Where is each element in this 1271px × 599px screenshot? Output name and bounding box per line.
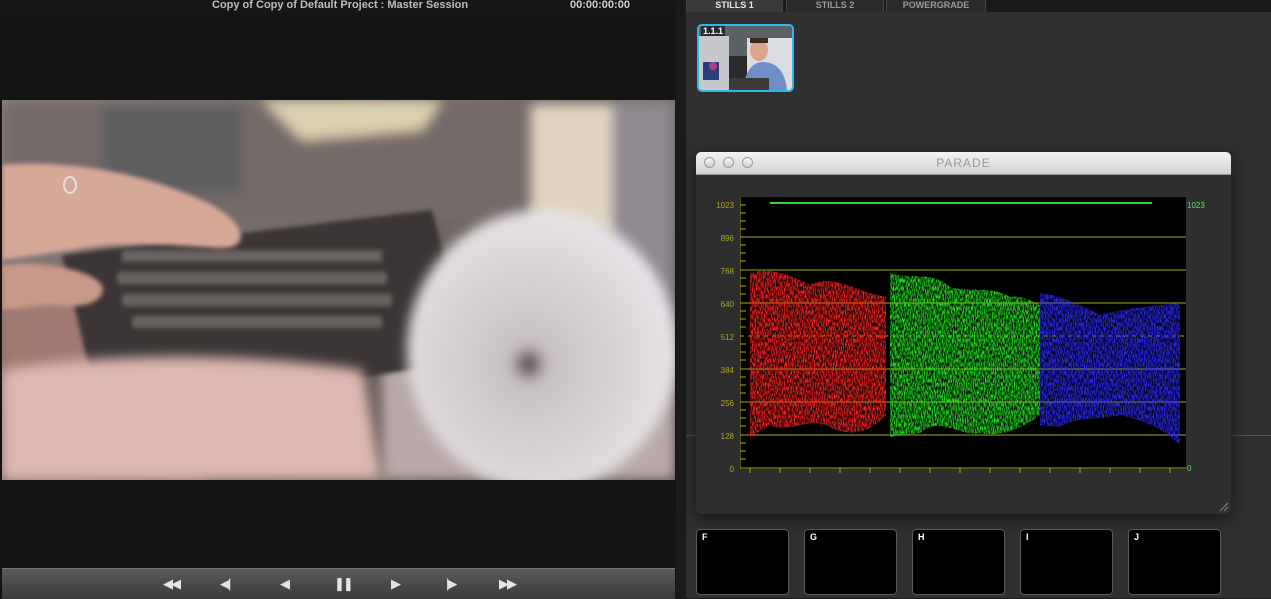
scale-right-0: 0 — [1187, 464, 1192, 473]
memory-slot-label: H — [918, 532, 925, 542]
memory-slot-label: J — [1134, 532, 1140, 542]
panel-divider[interactable] — [676, 0, 686, 598]
step-forward-icon[interactable]: |▶ — [446, 577, 457, 591]
tab-powergrade[interactable]: POWERGRADE — [886, 0, 986, 12]
play-reverse-icon[interactable]: ◀ — [280, 577, 290, 591]
scale-label-256: 256 — [720, 399, 734, 408]
scale-label-640: 640 — [720, 300, 734, 309]
still-label: 1.1.1 — [701, 26, 726, 36]
scale-label-512: 512 — [720, 333, 734, 342]
parade-waveform — [740, 197, 1186, 473]
scale-right-1023: 1023 — [1187, 201, 1205, 210]
play-icon[interactable]: ▶ — [391, 577, 401, 591]
memory-slot-f[interactable]: F — [696, 529, 789, 595]
tab-stills-2[interactable]: STILLS 2 — [786, 0, 884, 12]
memory-slot-label: G — [810, 532, 818, 542]
parade-scope-window: PARADE 1023 896 768 640 512 384 256 128 … — [696, 152, 1231, 514]
parade-title-bar[interactable]: PARADE — [696, 152, 1231, 175]
parade-scope: 1023 896 768 640 512 384 256 128 0 1023 … — [696, 175, 1231, 514]
gallery-still-thumbnail[interactable]: 1.1.1 — [697, 24, 794, 92]
video-frame[interactable] — [2, 100, 675, 480]
timecode-display: 00:00:00:00 — [570, 0, 630, 11]
session-title: Copy of Copy of Default Project : Master… — [212, 0, 469, 11]
scale-label-768: 768 — [720, 267, 734, 276]
scale-label-384: 384 — [720, 366, 734, 375]
memory-slot-label: F — [702, 532, 708, 542]
memory-slot-j[interactable]: J — [1128, 529, 1221, 595]
fast-forward-icon[interactable]: ▶▶ — [499, 577, 517, 591]
scale-label-896: 896 — [720, 234, 734, 243]
step-back-icon[interactable]: ◀| — [220, 577, 231, 591]
tab-stills-1[interactable]: STILLS 1 — [686, 0, 783, 12]
parade-title: PARADE — [936, 156, 991, 170]
parade-red-channel — [750, 270, 886, 437]
resize-grip-icon[interactable] — [1219, 502, 1229, 512]
scale-label-1023: 1023 — [716, 201, 734, 210]
memory-slot-h[interactable]: H — [912, 529, 1005, 595]
gallery-tabs: STILLS 1 STILLS 2 POWERGRADE — [686, 0, 1271, 12]
scale-label-128: 128 — [720, 432, 734, 441]
parade-green-channel — [890, 273, 1040, 437]
transport-controls: ◀◀ ◀| ◀ ❚❚ ▶ |▶ ▶▶ — [2, 568, 675, 599]
memory-slot-label: I — [1026, 532, 1029, 542]
memory-slot-g[interactable]: G — [804, 529, 897, 595]
rewind-icon[interactable]: ◀◀ — [163, 577, 181, 591]
pause-icon[interactable]: ❚❚ — [334, 577, 354, 591]
memory-slot-i[interactable]: I — [1020, 529, 1113, 595]
video-frame-image — [2, 100, 675, 480]
scale-label-0: 0 — [729, 465, 734, 474]
